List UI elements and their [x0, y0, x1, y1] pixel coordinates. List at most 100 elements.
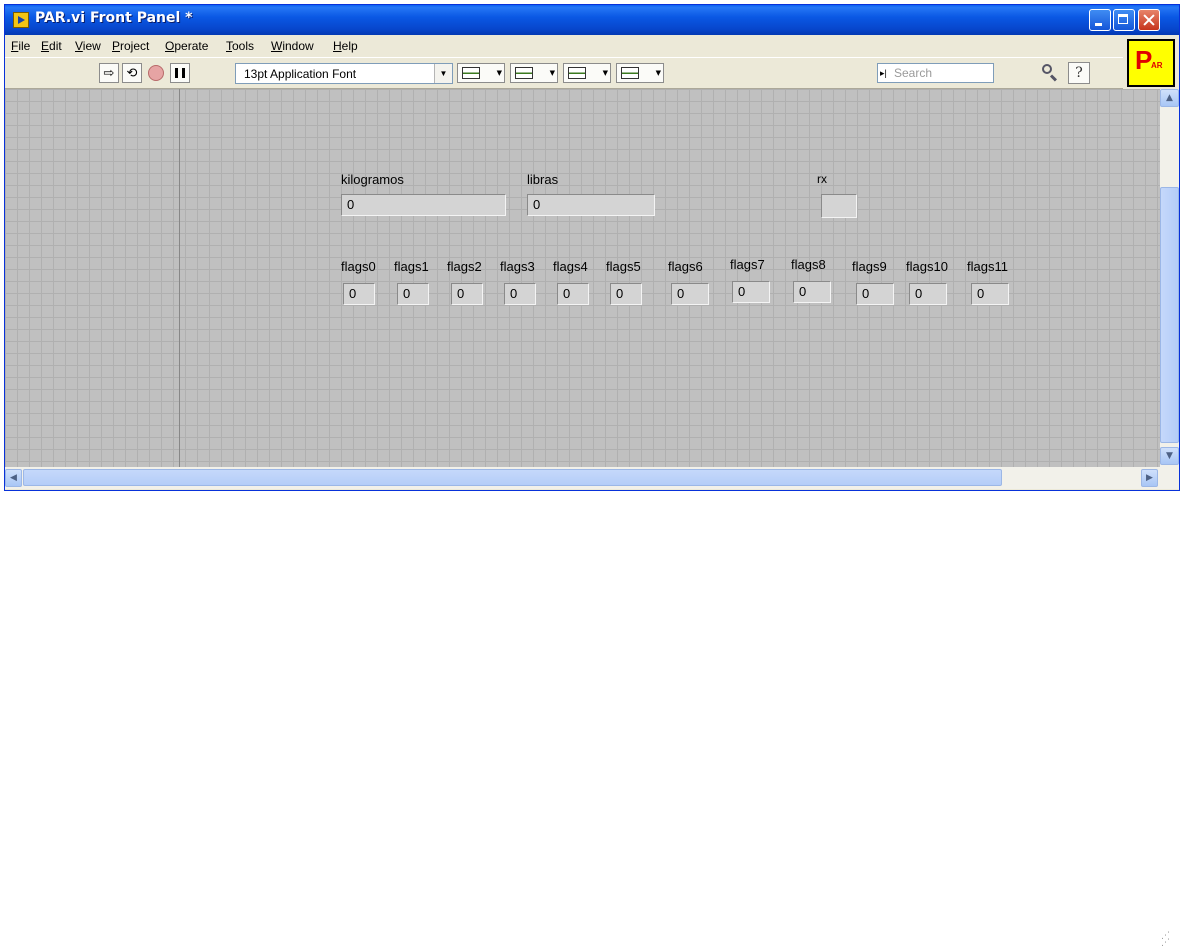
- reorder-icon: [621, 67, 639, 79]
- menu-operate[interactable]: Operate: [165, 39, 208, 53]
- flags10-label: flags10: [906, 259, 948, 274]
- flags5-indicator[interactable]: 0: [610, 283, 642, 305]
- chevron-left-icon: ◀: [10, 473, 17, 483]
- pause-button[interactable]: [170, 63, 190, 83]
- flags3-value: 0: [510, 286, 518, 301]
- menu-file-label: ile: [18, 39, 31, 53]
- font-select[interactable]: 13pt Application Font ▼: [235, 63, 453, 84]
- abort-button[interactable]: [146, 63, 166, 83]
- chevron-down-icon: ▼: [1166, 451, 1173, 461]
- menu-file[interactable]: File: [11, 39, 30, 53]
- flags0-indicator[interactable]: 0: [343, 283, 375, 305]
- horizontal-scroll-thumb[interactable]: [23, 469, 1002, 486]
- run-continuously-button[interactable]: ⟲: [122, 63, 142, 83]
- scroll-left-button[interactable]: ◀: [5, 469, 22, 487]
- menu-window-label: indow: [282, 39, 314, 53]
- front-panel-canvas[interactable]: kilogramos 0 libras 0 rx flags0 0 flags1…: [5, 89, 1160, 467]
- chevron-up-icon: ▲: [1166, 93, 1173, 103]
- search-input[interactable]: ▸| Search: [877, 63, 994, 83]
- scroll-down-button[interactable]: ▼: [1160, 447, 1179, 465]
- distribute-objects-icon: [515, 67, 533, 79]
- flags10-indicator[interactable]: 0: [909, 283, 947, 305]
- menu-project[interactable]: Project: [112, 39, 149, 53]
- flags2-value: 0: [457, 286, 465, 301]
- menu-view[interactable]: View: [75, 39, 101, 53]
- title-bar[interactable]: PAR.vi Front Panel *: [5, 5, 1179, 35]
- chevron-down-icon: ▼: [655, 69, 661, 77]
- horizontal-scrollbar[interactable]: ◀ ▶ ⋰ ⋰: [5, 467, 1179, 948]
- flags4-value: 0: [563, 286, 571, 301]
- flags4-label: flags4: [553, 259, 588, 274]
- labview-app-icon[interactable]: [13, 12, 29, 28]
- close-button[interactable]: [1138, 9, 1160, 31]
- menu-help-mnemonic: H: [333, 39, 342, 53]
- align-objects-icon: [462, 67, 480, 79]
- menu-view-mnemonic: V: [75, 39, 83, 53]
- search-icon[interactable]: [1039, 63, 1061, 83]
- maximize-button[interactable]: [1113, 9, 1135, 31]
- minimize-button[interactable]: [1089, 9, 1111, 31]
- abort-icon: [148, 65, 164, 81]
- chevron-down-icon: ▼: [602, 69, 608, 77]
- help-label: ?: [1075, 65, 1083, 81]
- reorder-button[interactable]: ▼: [616, 63, 664, 83]
- rx-indicator[interactable]: [821, 194, 857, 218]
- context-help-button[interactable]: ?: [1068, 62, 1090, 84]
- menu-project-label: roject: [120, 39, 150, 53]
- flags9-indicator[interactable]: 0: [856, 283, 894, 305]
- menu-tools-label: ools: [232, 39, 255, 53]
- scroll-up-button[interactable]: ▲: [1160, 89, 1179, 107]
- menu-edit[interactable]: Edit: [41, 39, 62, 53]
- search-options-icon[interactable]: ▸|: [880, 65, 887, 81]
- menu-project-mnemonic: P: [112, 39, 121, 53]
- run-continuously-icon: ⟲: [126, 65, 138, 81]
- flags6-indicator[interactable]: 0: [671, 283, 709, 305]
- flags6-label: flags6: [668, 259, 703, 274]
- flags3-label: flags3: [500, 259, 535, 274]
- toolbar: ⇨ ⟲ 13pt Application Font ▼ ▼ ▼ ▼ ▼ ▸| S…: [5, 57, 1123, 89]
- flags1-label: flags1: [394, 259, 429, 274]
- kilogramos-indicator[interactable]: 0: [341, 194, 506, 216]
- flags11-value: 0: [977, 286, 985, 301]
- run-button[interactable]: ⇨: [99, 63, 119, 83]
- search-placeholder: Search: [894, 66, 933, 80]
- chevron-right-icon: ▶: [1146, 473, 1153, 483]
- menu-help-label: elp: [341, 39, 358, 53]
- menu-window[interactable]: Window: [271, 39, 314, 53]
- flags4-indicator[interactable]: 0: [557, 283, 589, 305]
- scroll-right-button[interactable]: ▶: [1141, 469, 1158, 487]
- font-select-value: 13pt Application Font: [244, 67, 357, 81]
- flags8-value: 0: [799, 284, 807, 299]
- menu-window-mnemonic: W: [271, 39, 283, 53]
- menu-edit-mnemonic: E: [41, 39, 50, 53]
- resize-grip-icon[interactable]: ⋰ ⋰: [1161, 932, 1177, 948]
- resize-objects-button[interactable]: ▼: [563, 63, 611, 83]
- flags11-indicator[interactable]: 0: [971, 283, 1009, 305]
- distribute-objects-button[interactable]: ▼: [510, 63, 558, 83]
- menu-bar: File Edit View Project Operate Tools Win…: [5, 35, 1123, 57]
- vertical-scroll-thumb[interactable]: [1160, 187, 1179, 443]
- align-objects-button[interactable]: ▼: [457, 63, 505, 83]
- libras-value: 0: [533, 197, 541, 212]
- rx-label: rx: [817, 172, 827, 186]
- menu-operate-label: perate: [174, 39, 209, 53]
- chevron-down-icon: ▼: [434, 64, 452, 83]
- chevron-down-icon: ▼: [549, 69, 555, 77]
- vi-icon[interactable]: P AR: [1127, 39, 1175, 87]
- run-arrow-icon: ⇨: [103, 65, 115, 81]
- flags8-indicator[interactable]: 0: [793, 281, 831, 303]
- vertical-scrollbar[interactable]: ▲ ▼: [1160, 89, 1179, 467]
- libras-indicator[interactable]: 0: [527, 194, 655, 216]
- flags6-value: 0: [677, 286, 685, 301]
- flags2-indicator[interactable]: 0: [451, 283, 483, 305]
- labview-front-panel-window: PAR.vi Front Panel * File Edit View Proj…: [4, 4, 1180, 948]
- menu-operate-mnemonic: O: [165, 39, 175, 53]
- flags5-label: flags5: [606, 259, 641, 274]
- pause-icon: [175, 68, 185, 78]
- flags1-indicator[interactable]: 0: [397, 283, 429, 305]
- menu-help[interactable]: Help: [333, 39, 358, 53]
- menu-tools[interactable]: Tools: [226, 39, 254, 53]
- flags3-indicator[interactable]: 0: [504, 283, 536, 305]
- vi-icon-letter: P: [1135, 45, 1153, 75]
- flags7-indicator[interactable]: 0: [732, 281, 770, 303]
